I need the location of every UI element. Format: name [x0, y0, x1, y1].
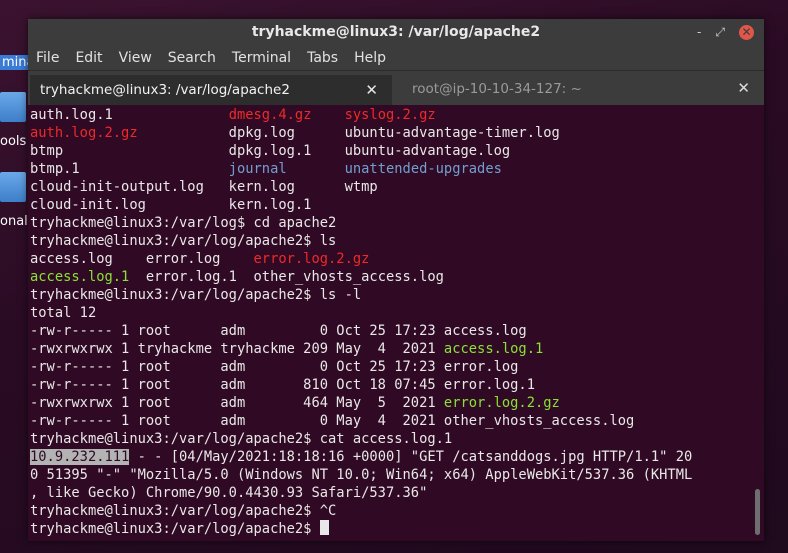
- terminal-line: -rwxrwxrwx 1 tryhackme tryhackme 209 May…: [28, 340, 764, 358]
- terminal-text: total 12: [30, 305, 97, 321]
- window-title: tryhackme@linux3: /var/log/apache2: [251, 24, 541, 40]
- folder-icon[interactable]: [0, 92, 26, 122]
- terminal-text: error.log.1 other_vhosts_access.log: [129, 269, 444, 285]
- terminal-line: tryhackme@linux3:/var/log/apache2$ cat a…: [28, 430, 764, 448]
- terminal-text: -rw-r----- 1 root adm 0 Oct 25 17:23 err…: [30, 359, 519, 375]
- terminal-output[interactable]: auth.log.1 dmesg.4.gz syslog.2.gz auth.lo…: [28, 106, 764, 541]
- menu-edit[interactable]: Edit: [75, 50, 102, 66]
- terminal-text: tryhackme@linux3:/var/log/apache2$ ls -l: [30, 287, 362, 303]
- terminal-text: btmp dpkg.log.1 ubuntu-advantage.log: [30, 143, 511, 159]
- terminal-text: -rw-r----- 1 root adm 0 May 4 2021 other…: [30, 413, 635, 429]
- terminal-line: -rw-r----- 1 root adm 0 May 4 2021 other…: [28, 412, 764, 430]
- scrollbar[interactable]: [755, 489, 760, 535]
- terminal-text: cloud-init-output.log kern.log wtmp: [30, 179, 378, 195]
- terminal-line: tryhackme@linux3:/var/log/apache2$ ls -l: [28, 286, 764, 304]
- terminal-line: tryhackme@linux3:/var/log/apache2$: [28, 520, 764, 538]
- terminal-text: tryhackme@linux3:/var/log/apache2$ cat a…: [30, 431, 453, 447]
- terminal-text: access.log.1: [443, 341, 544, 357]
- terminal-line: auth.log.2.gz dpkg.log ubuntu-advantage-…: [28, 124, 764, 142]
- terminal-text: unattended-upgrades: [344, 161, 502, 177]
- terminal-text: auth.log.2.gz: [30, 125, 138, 141]
- close-icon[interactable]: ✕: [737, 79, 750, 97]
- menu-terminal[interactable]: Terminal: [232, 50, 291, 66]
- terminal-line: -rw-r----- 1 root adm 810 Oct 18 07:45 e…: [28, 376, 764, 394]
- terminal-text: syslog.2.gz: [344, 107, 436, 123]
- terminal-line: auth.log.1 dmesg.4.gz syslog.2.gz: [28, 106, 764, 124]
- terminal-text: btmp.1: [30, 161, 229, 177]
- terminal-line: -rwxrwxrwx 1 root adm 464 May 5 2021 err…: [28, 394, 764, 412]
- terminal-text: - - [04/May/2021:18:18:16 +0000] "GET /c…: [129, 449, 693, 465]
- terminal-text: 0 51395 "-" "Mozilla/5.0 (Windows NT 10.…: [30, 467, 693, 483]
- desktop-label-personal[interactable]: onal: [0, 214, 28, 229]
- terminal-text: error.log.2.gz: [253, 251, 370, 267]
- terminal-text: error.log.2.gz: [443, 395, 560, 411]
- terminal-text: -rwxrwxrwx 1 tryhackme tryhackme 209 May…: [30, 341, 444, 357]
- minimize-icon[interactable]: ‐: [697, 19, 701, 46]
- terminal-text: tryhackme@linux3:/var/log/apache2$ ^C: [30, 503, 337, 519]
- terminal-text: tryhackme@linux3:/var/log/apache2$: [30, 521, 320, 537]
- terminal-text: journal: [228, 161, 287, 177]
- menu-view[interactable]: View: [119, 50, 152, 66]
- terminal-text: tryhackme@linux3:/var/log$ cd apache2: [30, 215, 337, 231]
- terminal-line: cloud-init.log kern.log.1: [28, 196, 764, 214]
- terminal-text: -rw-r----- 1 root adm 0 Oct 25 17:23 acc…: [30, 323, 527, 339]
- maximize-icon[interactable]: ⤢: [715, 19, 725, 46]
- tab-root[interactable]: root@ip-10-10-34-127: ~ ✕: [402, 73, 764, 105]
- terminal-line: , like Gecko) Chrome/90.0.4430.93 Safari…: [28, 484, 764, 502]
- terminal-line: 0 51395 "-" "Mozilla/5.0 (Windows NT 10.…: [28, 466, 764, 484]
- menu-file[interactable]: File: [36, 50, 59, 66]
- terminal-text: cloud-init.log kern.log.1: [30, 197, 312, 213]
- terminal-line: tryhackme@linux3:/var/log/apache2$ ls: [28, 232, 764, 250]
- desktop-label-tools[interactable]: ools: [0, 134, 26, 149]
- terminal-line: tryhackme@linux3:/var/log$ cd apache2: [28, 214, 764, 232]
- terminal-line: -rw-r----- 1 root adm 0 Oct 25 17:23 acc…: [28, 322, 764, 340]
- terminal-window: tryhackme@linux3: /var/log/apache2 ‐ ⤢ ✕…: [28, 19, 764, 541]
- tab-label: tryhackme@linux3: /var/log/apache2: [40, 82, 290, 98]
- close-icon[interactable]: ✕: [365, 81, 378, 99]
- window-controls: ‐ ⤢ ✕: [697, 19, 754, 46]
- terminal-line: total 12: [28, 304, 764, 322]
- terminal-text: auth.log.1: [30, 107, 229, 123]
- terminal-line: cloud-init-output.log kern.log wtmp: [28, 178, 764, 196]
- terminal-text: access.log.1: [30, 269, 130, 285]
- tab-apache2[interactable]: tryhackme@linux3: /var/log/apache2 ✕: [30, 73, 392, 105]
- terminal-line: access.log.1 error.log.1 other_vhosts_ac…: [28, 268, 764, 286]
- menu-tabs[interactable]: Tabs: [307, 50, 338, 66]
- menu-bar: File Edit View Search Terminal Tabs Help: [28, 46, 764, 71]
- menu-help[interactable]: Help: [354, 50, 386, 66]
- terminal-text: tryhackme@linux3:/var/log/apache2$ ls: [30, 233, 337, 249]
- terminal-line: -rw-r----- 1 root adm 0 Oct 25 17:23 err…: [28, 358, 764, 376]
- terminal-line: tryhackme@linux3:/var/log/apache2$ ^C: [28, 502, 764, 520]
- terminal-text: 10.9.232.111: [30, 449, 130, 465]
- tab-label: root@ip-10-10-34-127: ~: [412, 81, 582, 97]
- terminal-text: dpkg.log ubuntu-advantage-timer.log: [137, 125, 560, 141]
- cursor: [319, 520, 329, 535]
- terminal-line: btmp dpkg.log.1 ubuntu-advantage.log: [28, 142, 764, 160]
- menu-search[interactable]: Search: [168, 50, 216, 66]
- terminal-text: -rwxrwxrwx 1 root adm 464 May 5 2021: [30, 395, 444, 411]
- close-icon[interactable]: ✕: [739, 25, 754, 40]
- terminal-text: access.log error.log: [30, 251, 254, 267]
- title-bar[interactable]: tryhackme@linux3: /var/log/apache2 ‐ ⤢ ✕: [28, 19, 764, 46]
- tab-bar: tryhackme@linux3: /var/log/apache2 ✕ roo…: [28, 71, 764, 105]
- terminal-line: access.log error.log error.log.2.gz: [28, 250, 764, 268]
- terminal-text: , like Gecko) Chrome/90.0.4430.93 Safari…: [30, 485, 428, 501]
- terminal-text: -rw-r----- 1 root adm 810 Oct 18 07:45 e…: [30, 377, 535, 393]
- terminal-line: btmp.1 journal unattended-upgrades: [28, 160, 764, 178]
- terminal-text: dmesg.4.gz: [228, 107, 312, 123]
- terminal-line: 10.9.232.111 - - [04/May/2021:18:18:16 +…: [28, 448, 764, 466]
- folder-icon[interactable]: [0, 172, 26, 202]
